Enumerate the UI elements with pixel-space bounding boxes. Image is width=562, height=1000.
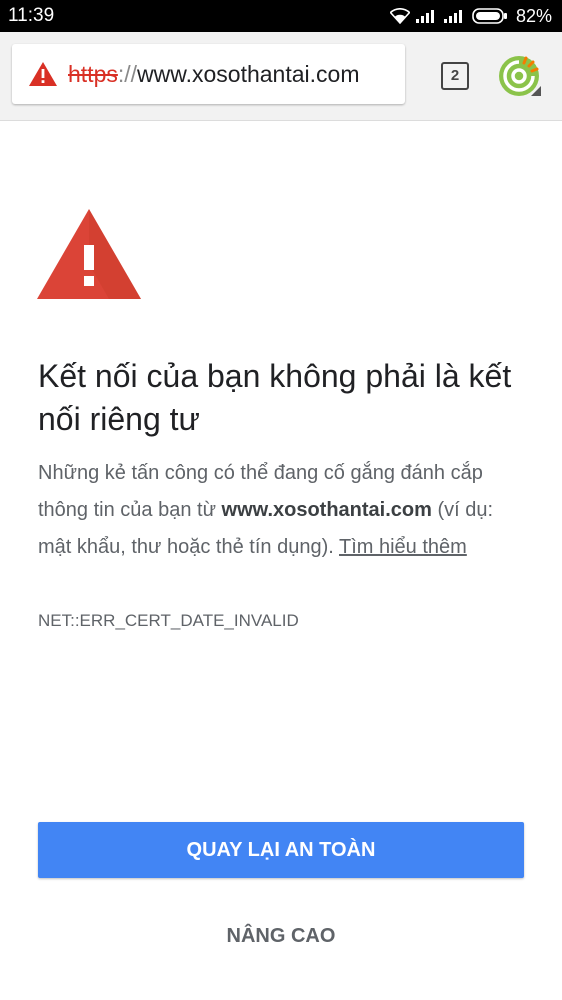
battery-percentage: 82%	[515, 6, 552, 26]
warning-triangle-icon[interactable]	[28, 61, 58, 87]
warning-triangle-icon	[37, 209, 141, 299]
signal-icon	[443, 10, 462, 23]
wifi-icon	[389, 8, 410, 24]
url-separator: ://	[117, 60, 138, 87]
learn-more-link[interactable]: Tìm hiểu thêm	[339, 536, 467, 558]
browser-toolbar: https://www.xosothantai.com 2	[0, 32, 562, 121]
advanced-button[interactable]: NÂNG CAO	[180, 913, 382, 959]
url-text[interactable]: https://www.xosothantai.com	[68, 61, 359, 88]
site-domain: www.xosothantai.com	[221, 499, 432, 521]
status-time: 11:39	[8, 5, 55, 26]
page-title: Kết nối của bạn không phải là kết nối ri…	[38, 358, 512, 437]
status-bar: 11:39 82%	[0, 0, 562, 32]
browser-logo-icon[interactable]	[497, 54, 541, 98]
back-to-safety-button[interactable]: QUAY LẠI AN TOÀN	[38, 822, 524, 878]
battery-icon	[472, 8, 507, 24]
warning-message: Những kẻ tấn công có thể đang cố gắng đá…	[38, 455, 528, 566]
signal-icon	[415, 10, 434, 23]
url-host: www.xosothantai.com	[137, 60, 360, 87]
tab-switcher-button[interactable]: 2	[441, 62, 469, 90]
status-icons: 82%	[389, 0, 552, 32]
address-bar[interactable]: https://www.xosothantai.com	[12, 44, 405, 104]
error-code: NET::ERR_CERT_DATE_INVALID	[38, 611, 299, 630]
url-scheme: https	[68, 60, 118, 87]
